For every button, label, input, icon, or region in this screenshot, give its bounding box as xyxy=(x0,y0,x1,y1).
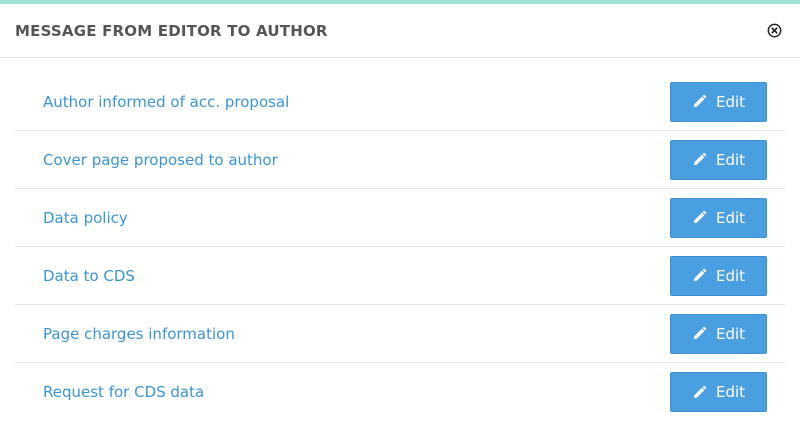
pencil-icon xyxy=(693,94,707,108)
edit-button[interactable]: Edit xyxy=(670,255,767,296)
edit-button[interactable]: Edit xyxy=(670,313,767,354)
edit-button-label: Edit xyxy=(715,324,746,343)
list-item: Data to CDS Edit xyxy=(15,247,785,305)
edit-button[interactable]: Edit xyxy=(670,81,767,122)
edit-button-label: Edit xyxy=(715,208,746,227)
edit-button[interactable]: Edit xyxy=(670,139,767,180)
edit-button-label: Edit xyxy=(715,150,746,169)
modal-title: MESSAGE FROM EDITOR TO AUTHOR xyxy=(15,21,328,40)
pencil-icon xyxy=(693,326,707,340)
modal-header: MESSAGE FROM EDITOR TO AUTHOR xyxy=(0,4,800,58)
list-item: Page charges information Edit xyxy=(15,305,785,363)
pencil-icon xyxy=(693,385,707,398)
list-item: Author informed of acc. proposal Edit xyxy=(15,58,785,131)
pencil-icon xyxy=(693,268,707,282)
close-button[interactable] xyxy=(766,23,782,39)
pencil-icon xyxy=(693,152,707,166)
item-link[interactable]: Request for CDS data xyxy=(43,383,204,401)
close-circle-icon xyxy=(767,23,781,38)
edit-button-label: Edit xyxy=(715,383,746,401)
item-link[interactable]: Cover page proposed to author xyxy=(43,151,278,169)
list-item: Request for CDS data Edit xyxy=(15,363,785,421)
item-link[interactable]: Data to CDS xyxy=(43,267,135,285)
item-link[interactable]: Data policy xyxy=(43,209,128,227)
edit-button-label: Edit xyxy=(715,92,746,111)
list-item: Data policy Edit xyxy=(15,189,785,247)
modal-body: Author informed of acc. proposal Edit Co… xyxy=(0,58,800,421)
item-link[interactable]: Author informed of acc. proposal xyxy=(43,93,289,111)
list-item: Cover page proposed to author Edit xyxy=(15,131,785,189)
edit-button-label: Edit xyxy=(715,266,746,285)
message-modal: MESSAGE FROM EDITOR TO AUTHOR Author inf… xyxy=(0,0,800,435)
edit-button[interactable]: Edit xyxy=(670,372,767,412)
item-link[interactable]: Page charges information xyxy=(43,325,235,343)
pencil-icon xyxy=(693,210,707,224)
edit-button[interactable]: Edit xyxy=(670,197,767,238)
